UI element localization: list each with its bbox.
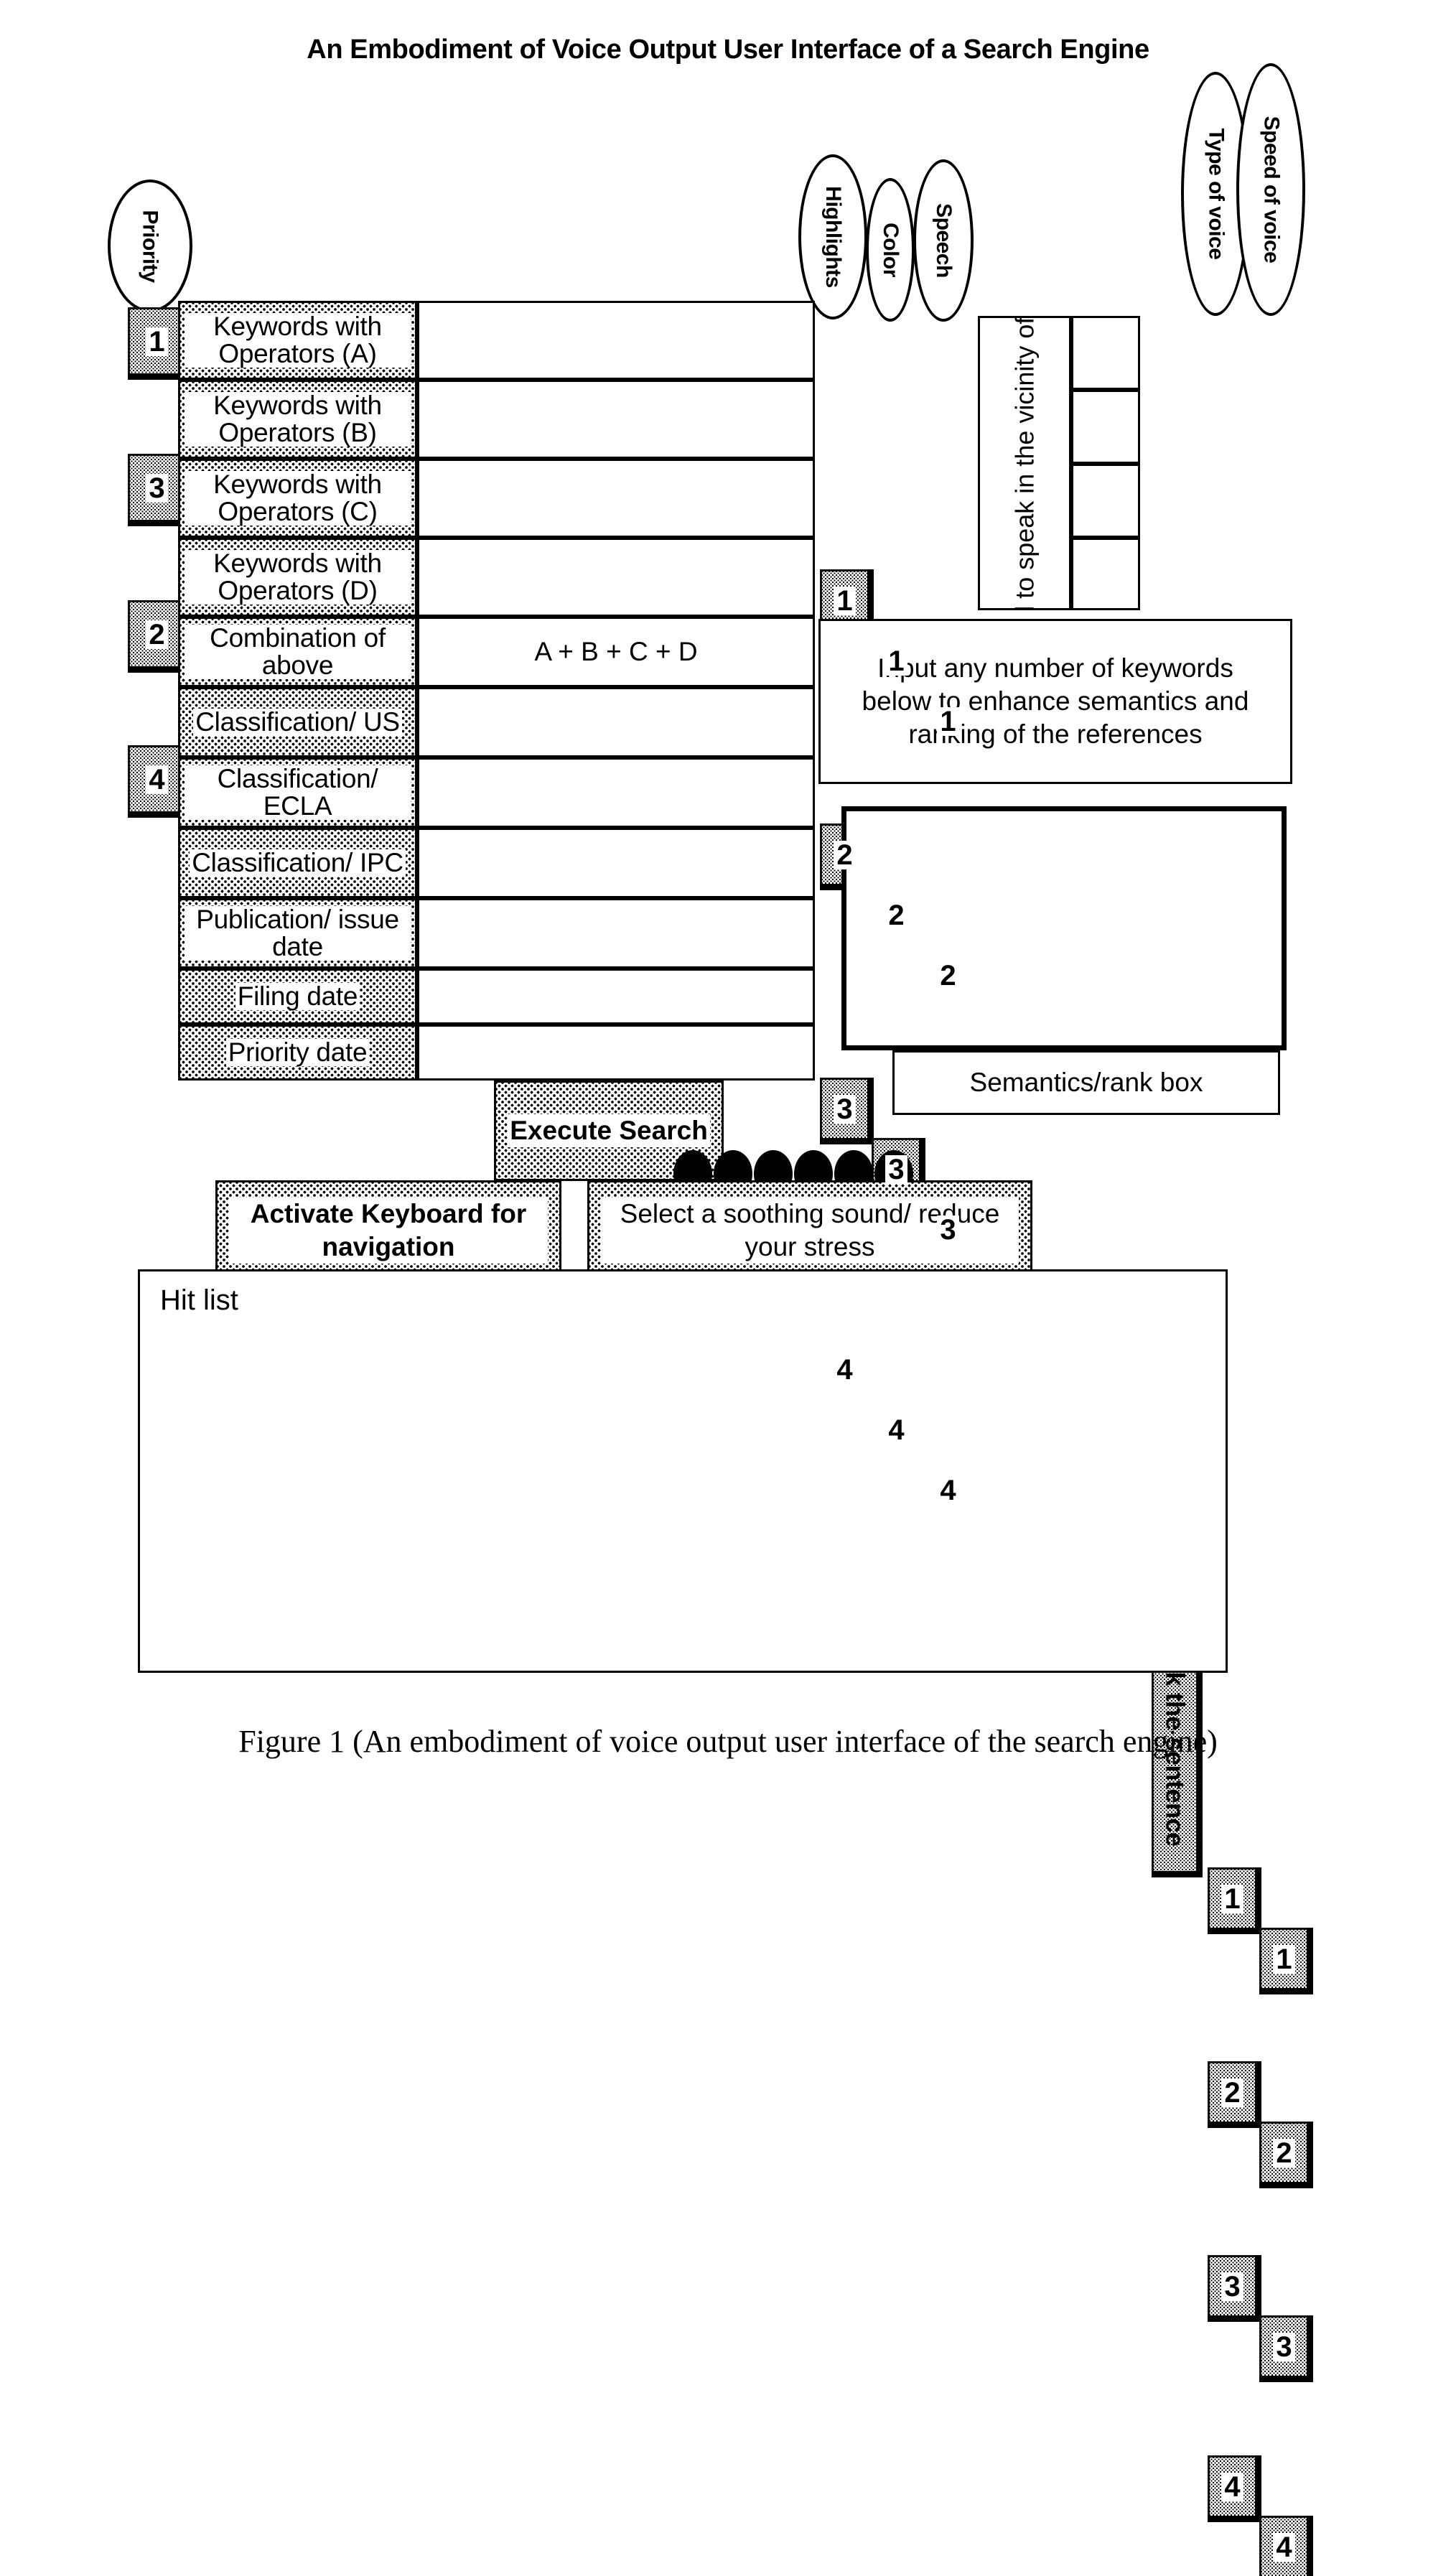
callout-priority-label: Priority	[139, 209, 162, 283]
type-of-voice-level-button-1[interactable]: 1	[1208, 1867, 1255, 1928]
criteria-label-10: Priority date	[178, 1025, 417, 1081]
criteria-label-2: Keywords with Operators (C)	[178, 459, 417, 538]
soothing-sound-button[interactable]: Select a soothing sound/ reduce your str…	[587, 1180, 1032, 1281]
word-count-cell-1[interactable]	[1071, 316, 1140, 390]
criteria-input-7[interactable]	[417, 828, 815, 898]
priority-button-1[interactable]: 1	[128, 307, 184, 373]
word-count-label-box: # of word to speak in the vicinity of ke…	[978, 316, 1071, 610]
criteria-input-10[interactable]	[417, 1025, 815, 1081]
speed-of-voice-level-button-1[interactable]: 1	[1259, 1928, 1307, 1988]
callout-highlights-label: Highlights	[821, 186, 845, 288]
type-of-voice-level-button-3[interactable]: 3	[1208, 2255, 1255, 2315]
criteria-label-3: Keywords with Operators (D)	[178, 538, 417, 617]
priority-button-4-label: 4	[146, 765, 168, 794]
callout-type-of-voice-label: Type of voice	[1204, 128, 1228, 260]
speed-of-voice-level-button-3[interactable]: 3	[1259, 2315, 1307, 2376]
speed-of-voice-level-button-2[interactable]: 2	[1259, 2122, 1307, 2182]
keyword-hint-box: Input any number of keywords below to en…	[818, 619, 1292, 784]
criteria-input-1[interactable]	[417, 380, 815, 459]
hit-list-panel[interactable]: Hit list	[138, 1269, 1228, 1673]
criteria-input-2[interactable]	[417, 459, 815, 538]
criteria-input-5[interactable]	[417, 687, 815, 757]
callout-speed-of-voice-label: Speed of voice	[1259, 116, 1284, 263]
criteria-label-4: Combination of above	[178, 617, 417, 687]
callout-highlights: Highlights	[798, 154, 867, 319]
activate-keyboard-button[interactable]: Activate Keyboard for navigation	[215, 1180, 561, 1281]
callout-color-label: Color	[879, 223, 903, 277]
speed-of-voice-level-button-4[interactable]: 4	[1259, 2516, 1307, 2576]
criteria-label-0: Keywords with Operators (A)	[178, 301, 417, 380]
criteria-label-1: Keywords with Operators (B)	[178, 380, 417, 459]
word-count-label: # of word to speak in the vicinity of ke…	[1009, 316, 1040, 610]
callout-priority: Priority	[108, 179, 192, 312]
callout-speech-label: Speech	[932, 203, 956, 278]
criteria-label-5: Classification/ US	[178, 687, 417, 757]
criteria-input-0[interactable]	[417, 301, 815, 380]
criteria-input-8[interactable]	[417, 898, 815, 969]
semantics-rank-label: Semantics/rank box	[969, 1067, 1203, 1097]
semantics-rank-label-box: Semantics/rank box	[892, 1050, 1280, 1115]
word-count-cell-4[interactable]	[1071, 538, 1140, 610]
type-of-voice-level-button-4[interactable]: 4	[1208, 2455, 1255, 2516]
priority-button-4[interactable]: 4	[128, 745, 184, 811]
priority-button-1-label: 1	[146, 327, 168, 356]
priority-button-2-label: 3	[146, 473, 168, 503]
priority-button-3[interactable]: 2	[128, 600, 184, 666]
figure-caption: Figure 1 (An embodiment of voice output …	[238, 1724, 1218, 1759]
hit-list-label: Hit list	[160, 1284, 238, 1316]
execute-search-label: Execute Search	[508, 1114, 710, 1148]
priority-button-3-label: 2	[146, 620, 168, 649]
criteria-label-9: Filing date	[178, 969, 417, 1025]
callout-speed-of-voice: Speed of voice	[1236, 63, 1305, 316]
word-count-cell-2[interactable]	[1071, 390, 1140, 464]
word-count-cell-3[interactable]	[1071, 464, 1140, 538]
criteria-label-8: Publication/ issue date	[178, 898, 417, 969]
criteria-input-6[interactable]	[417, 757, 815, 828]
page-title: An Embodiment of Voice Output User Inter…	[307, 34, 1149, 65]
callout-speech: Speech	[913, 159, 974, 322]
callout-color: Color	[866, 178, 915, 322]
criteria-input-3[interactable]	[417, 538, 815, 617]
highlights-level-button-3[interactable]: 3	[820, 1078, 867, 1138]
criteria-label-7: Classification/ IPC	[178, 828, 417, 898]
activate-keyboard-label: Activate Keyboard for navigation	[229, 1197, 548, 1264]
semantics-rank-input[interactable]	[841, 806, 1287, 1050]
type-of-voice-level-button-2[interactable]: 2	[1208, 2061, 1255, 2122]
criteria-label-6: Classification/ ECLA	[178, 757, 417, 828]
criteria-input-4[interactable]: A + B + C + D	[417, 617, 815, 687]
priority-button-2[interactable]: 3	[128, 454, 184, 520]
criteria-input-9[interactable]	[417, 969, 815, 1025]
keyword-hint-text: Input any number of keywords below to en…	[862, 653, 1249, 750]
